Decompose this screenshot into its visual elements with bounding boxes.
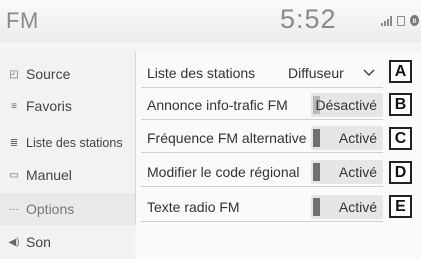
callout-c: C bbox=[389, 127, 412, 150]
option-station-list[interactable]: Liste des stations Diffuseur bbox=[141, 58, 383, 88]
manual-icon: ▭ bbox=[9, 169, 19, 181]
chevron-down-icon bbox=[363, 69, 375, 77]
sidebar-item-source[interactable]: ◰ Source bbox=[0, 58, 135, 90]
toggle-state: Activé bbox=[338, 199, 377, 215]
station-list-icon: ≣ bbox=[9, 137, 19, 149]
header-bar: FM 5:52 ʙ bbox=[0, 0, 421, 42]
option-label: Modifier le code régional bbox=[147, 164, 300, 180]
sidebar-item-label: Son bbox=[26, 234, 51, 250]
favorites-icon: ≡ bbox=[11, 100, 17, 112]
sidebar-item-label: Favoris bbox=[26, 98, 72, 114]
option-radio-text[interactable]: Texte radio FM Activé bbox=[141, 192, 383, 222]
callout-e: E bbox=[389, 195, 412, 218]
source-icon: ◰ bbox=[9, 68, 19, 80]
option-alternative-frequency[interactable]: Fréquence FM alternative Activé bbox=[141, 123, 383, 153]
sidebar-item-manual[interactable]: ▭ Manuel bbox=[0, 159, 135, 191]
sidebar-item-label: Source bbox=[26, 66, 71, 82]
row-divider bbox=[141, 152, 383, 153]
station-list-select[interactable]: Diffuseur bbox=[288, 65, 344, 81]
sidebar-item-label: Liste des stations bbox=[26, 136, 123, 150]
sidebar-item-favorites[interactable]: ≡ Favoris bbox=[0, 90, 135, 122]
app-title: FM bbox=[6, 8, 39, 33]
option-label: Liste des stations bbox=[147, 65, 256, 81]
row-divider bbox=[141, 119, 383, 120]
signal-icon bbox=[381, 15, 392, 26]
toggle-state: Activé bbox=[338, 164, 377, 180]
sidebar-item-sound[interactable]: ◀) Son bbox=[0, 226, 135, 258]
option-label: Texte radio FM bbox=[147, 199, 240, 215]
sidebar-item-label: Options bbox=[26, 201, 75, 217]
toggle-indicator bbox=[313, 198, 320, 216]
sidebar-item-options[interactable]: ··· Options bbox=[0, 193, 135, 225]
option-traffic-announcement[interactable]: Annonce info-trafic FM Désactivé bbox=[141, 90, 383, 120]
battery-icon bbox=[397, 15, 405, 26]
row-divider bbox=[141, 87, 383, 88]
row-divider bbox=[141, 221, 383, 222]
callout-d: D bbox=[389, 161, 412, 184]
sidebar-item-station-list[interactable]: ≣ Liste des stations bbox=[0, 127, 135, 159]
toggle-state: Activé bbox=[338, 130, 377, 146]
options-icon: ··· bbox=[9, 203, 19, 215]
regional-code-toggle[interactable]: Activé bbox=[311, 160, 383, 184]
sidebar-item-label: Manuel bbox=[26, 167, 72, 183]
callout-b: B bbox=[389, 93, 412, 116]
toggle-state: Désactivé bbox=[315, 97, 377, 113]
fm-options-screen: FM 5:52 ʙ ◰ Source ≡ Favoris ≣ Liste des… bbox=[0, 0, 421, 259]
toggle-indicator bbox=[313, 163, 320, 181]
clock: 5:52 bbox=[280, 4, 337, 34]
speaker-icon: ◀) bbox=[8, 236, 20, 248]
panel-divider bbox=[135, 52, 136, 224]
option-label: Fréquence FM alternative bbox=[147, 130, 307, 146]
callout-a: A bbox=[389, 60, 412, 83]
alternative-frequency-toggle[interactable]: Activé bbox=[311, 126, 383, 150]
radio-text-toggle[interactable]: Activé bbox=[311, 195, 383, 219]
option-label: Annonce info-trafic FM bbox=[147, 97, 288, 113]
option-regional-code[interactable]: Modifier le code régional Activé bbox=[141, 157, 383, 187]
status-icons: ʙ bbox=[381, 15, 419, 26]
toggle-indicator bbox=[313, 129, 320, 147]
traffic-announcement-toggle[interactable]: Désactivé bbox=[311, 93, 383, 117]
row-divider bbox=[141, 186, 383, 187]
bluetooth-icon: ʙ bbox=[410, 15, 419, 26]
